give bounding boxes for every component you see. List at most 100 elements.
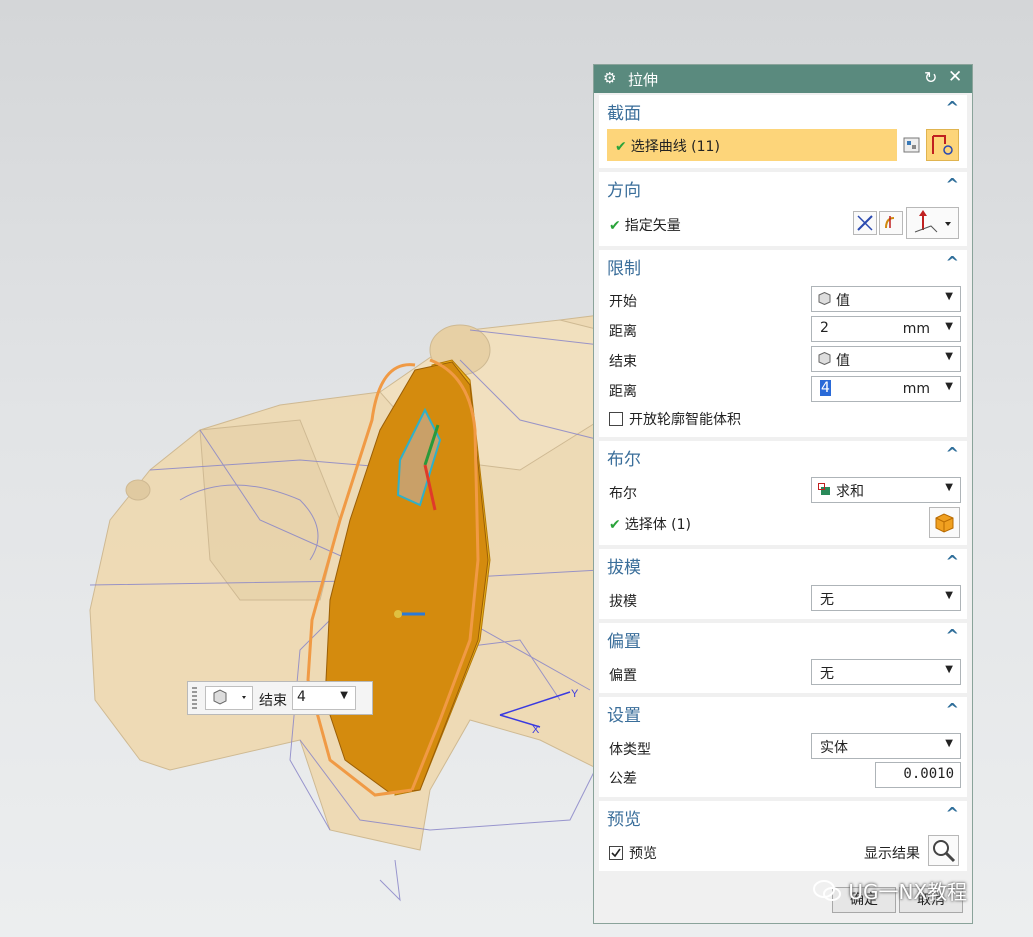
- onscreen-end-label: 结束: [259, 693, 287, 709]
- wechat-icon: [813, 880, 841, 901]
- onscreen-end-value[interactable]: 4 ▼: [292, 686, 356, 710]
- start-label: 开始: [609, 294, 637, 310]
- chevron-down-icon: ▼: [945, 482, 953, 493]
- draft-panel: 拔模 ^ 拔模 无 ▼: [599, 549, 967, 619]
- dialog-title: 拉伸: [628, 71, 659, 89]
- onscreen-end-input: 结束 4 ▼: [187, 681, 373, 715]
- settings-panel: 设置 ^ 体类型 实体 ▼ 公差 0.0010: [599, 697, 967, 797]
- check-icon: ✔: [609, 218, 621, 234]
- curve-rule-icon: [903, 137, 920, 153]
- watermark-text: UG一NX教程: [848, 880, 968, 904]
- check-icon: ✔: [609, 517, 621, 533]
- collapse-chevron-icon[interactable]: ^: [946, 253, 959, 272]
- limits-panel: 限制 ^ 开始 值 ▼ 距离 2 mm ▼ 结束 值 ▼ 距离 4 mm ▼ 开…: [599, 250, 967, 437]
- chevron-down-icon: ▼: [945, 738, 953, 749]
- body-type-label: 体类型: [609, 742, 651, 758]
- draft-label: 拔模: [609, 594, 637, 610]
- sketch-section-button[interactable]: [926, 129, 959, 161]
- reverse-direction-icon: [857, 215, 873, 231]
- reverse-direction-button[interactable]: [853, 211, 877, 235]
- distance-end-value: 4: [820, 380, 831, 396]
- reset-icon[interactable]: ↻: [924, 68, 937, 87]
- solid-body-icon: [935, 513, 954, 533]
- distance-start-input[interactable]: 2 mm ▼: [811, 316, 961, 342]
- select-body-button[interactable]: [929, 507, 960, 538]
- axis-label-y: Y: [571, 688, 579, 700]
- body-type-dropdown[interactable]: 实体 ▼: [811, 733, 961, 759]
- distance-start-label: 距离: [609, 324, 637, 340]
- chevron-down-icon: ▼: [945, 351, 953, 362]
- settings-header[interactable]: 设置: [607, 701, 641, 726]
- gear-icon[interactable]: ⚙: [603, 69, 616, 87]
- select-curve-label: 选择曲线 (11): [630, 139, 720, 155]
- close-icon[interactable]: ✕: [948, 67, 962, 87]
- vector-dialog-button[interactable]: [879, 211, 903, 235]
- end-type-dropdown[interactable]: 值 ▼: [811, 346, 961, 372]
- body-type-value: 实体: [820, 740, 848, 756]
- section-header[interactable]: 截面: [607, 99, 641, 124]
- offset-value: 无: [820, 666, 834, 682]
- collapse-chevron-icon[interactable]: ^: [946, 804, 959, 823]
- offset-dropdown[interactable]: 无 ▼: [811, 659, 961, 685]
- limits-header[interactable]: 限制: [607, 254, 641, 279]
- value-type-dropdown[interactable]: [205, 686, 253, 710]
- check-icon: ✔: [615, 139, 627, 155]
- distance-start-unit: mm: [902, 321, 930, 337]
- watermark: UG一NX教程: [812, 876, 967, 905]
- preview-label: 预览: [629, 846, 657, 862]
- drag-handle[interactable]: [192, 687, 197, 709]
- unite-icon: [818, 483, 830, 495]
- start-type-value: 值: [836, 293, 850, 309]
- draft-dropdown[interactable]: 无 ▼: [811, 585, 961, 611]
- end-type-value: 值: [836, 353, 850, 369]
- boolean-value: 求和: [836, 484, 864, 500]
- collapse-chevron-icon[interactable]: ^: [946, 444, 959, 463]
- preview-header[interactable]: 预览: [607, 805, 641, 830]
- preview-checkbox[interactable]: [609, 846, 623, 860]
- collapse-chevron-icon[interactable]: ^: [946, 552, 959, 571]
- collapse-chevron-icon[interactable]: ^: [946, 175, 959, 194]
- chevron-down-icon: ▼: [945, 291, 953, 302]
- distance-end-unit: mm: [902, 381, 930, 397]
- boolean-panel: 布尔 ^ 布尔 求和 ▼ ✔ 选择体 (1): [599, 441, 967, 545]
- open-profile-checkbox[interactable]: [609, 412, 623, 426]
- offset-panel: 偏置 ^ 偏置 无 ▼: [599, 623, 967, 693]
- select-body-label: 选择体 (1): [624, 517, 692, 533]
- collapse-chevron-icon[interactable]: ^: [946, 626, 959, 645]
- vector-type-dropdown[interactable]: [906, 207, 959, 239]
- cube-value-icon: [818, 292, 831, 305]
- axis-label-x: X: [532, 724, 540, 736]
- select-curve-row[interactable]: ✔ 选择曲线 (11): [607, 129, 897, 161]
- collapse-chevron-icon[interactable]: ^: [946, 700, 959, 719]
- boolean-header[interactable]: 布尔: [607, 445, 641, 470]
- dialog-titlebar: ⚙ 拉伸 ↻ ✕: [594, 65, 972, 93]
- sketch-section-icon: [932, 135, 953, 155]
- chevron-down-icon: ▼: [945, 590, 953, 601]
- draft-header[interactable]: 拔模: [607, 553, 641, 578]
- show-result-button[interactable]: [928, 835, 959, 866]
- open-profile-label: 开放轮廓智能体积: [629, 412, 741, 428]
- chevron-down-icon: ▼: [340, 690, 348, 701]
- collapse-chevron-icon[interactable]: ^: [946, 98, 959, 117]
- draft-value: 无: [820, 592, 834, 608]
- boolean-dropdown[interactable]: 求和 ▼: [811, 477, 961, 503]
- distance-end-input[interactable]: 4 mm ▼: [811, 376, 961, 402]
- tolerance-label: 公差: [609, 771, 637, 787]
- show-result-label: 显示结果: [864, 846, 920, 862]
- extrude-dialog: ⚙ 拉伸 ↻ ✕ 截面 ^ ✔ 选择曲线 (11) 方向 ^ ✔ 指定矢量 限制…: [593, 64, 973, 924]
- vector-icon: [885, 216, 895, 229]
- distance-start-value: 2: [820, 320, 829, 336]
- end-label: 结束: [609, 354, 637, 370]
- start-type-dropdown[interactable]: 值 ▼: [811, 286, 961, 312]
- vector-axis-icon: [914, 210, 951, 233]
- cube-value-icon: [213, 689, 246, 705]
- chevron-down-icon: ▼: [945, 321, 953, 332]
- curve-rule-button[interactable]: [901, 132, 923, 158]
- direction-header[interactable]: 方向: [607, 176, 641, 201]
- offset-header[interactable]: 偏置: [607, 627, 641, 652]
- tolerance-input[interactable]: 0.0010: [875, 762, 961, 788]
- offset-label: 偏置: [609, 668, 637, 684]
- checkmark-icon: [611, 848, 621, 858]
- specify-vector-label: 指定矢量: [624, 218, 681, 234]
- distance-end-label: 距离: [609, 384, 637, 400]
